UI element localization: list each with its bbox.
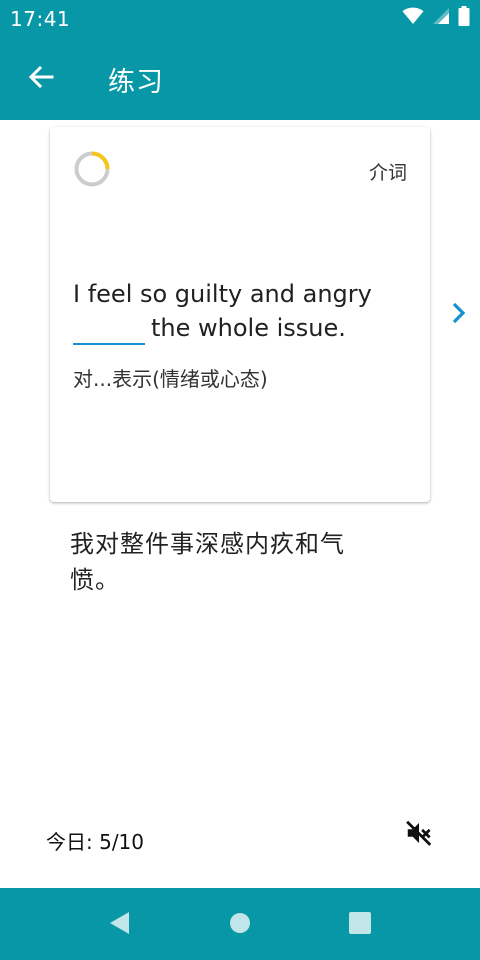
mute-button[interactable] [402, 818, 436, 852]
nav-home-button[interactable] [225, 910, 255, 940]
today-progress-label: 今日: 5/10 [46, 830, 145, 854]
back-triangle-icon [107, 910, 131, 940]
chevron-right-icon [449, 301, 467, 329]
status-icons [402, 6, 470, 30]
sentence-after-blank: the whole issue. [151, 314, 346, 342]
exercise-sentence: I feel so guilty and angry the whole iss… [73, 277, 413, 345]
nav-back-button[interactable] [104, 910, 134, 940]
home-circle-icon [229, 912, 251, 938]
volume-off-icon [404, 818, 434, 852]
status-bar: 17:41 [0, 0, 480, 38]
navigation-bar [0, 888, 480, 960]
translation-text: 我对整件事深感内疚和气愤。 [70, 530, 345, 594]
sentence-before-blank: I feel so guilty and angry [73, 280, 372, 308]
status-time: 17:41 [10, 7, 71, 31]
progress-ring [73, 150, 111, 188]
hint-text: 对...表示(情绪或心态) [73, 367, 268, 391]
app-bar: 练习 [0, 38, 480, 120]
part-of-speech-label: 介词 [368, 162, 407, 184]
answer-blank[interactable] [73, 319, 145, 345]
cellular-signal-icon [432, 7, 450, 29]
back-button[interactable] [22, 60, 60, 98]
battery-icon [458, 6, 470, 30]
next-button[interactable] [444, 300, 472, 330]
recents-square-icon [348, 911, 372, 939]
nav-recents-button[interactable] [345, 910, 375, 940]
exercise-card: 介词 I feel so guilty and angry the whole … [50, 127, 430, 502]
page-title: 练习 [108, 67, 164, 98]
wifi-icon [402, 7, 424, 29]
arrow-left-icon [27, 63, 55, 95]
